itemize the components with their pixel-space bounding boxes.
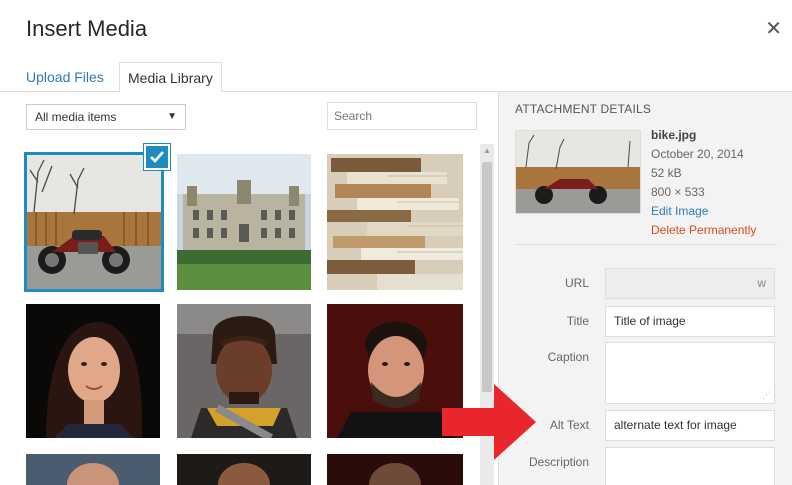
tab-upload-files[interactable]: Upload Files bbox=[18, 62, 112, 93]
alt-text-value: alternate text for image bbox=[614, 418, 737, 432]
media-item-portrait-klingon[interactable] bbox=[177, 304, 311, 438]
edit-image-link[interactable]: Edit Image bbox=[651, 202, 756, 221]
dialog-header: Insert Media ✕ bbox=[0, 0, 792, 56]
bike-thumbnail bbox=[24, 152, 164, 292]
books-thumbnail bbox=[327, 154, 463, 290]
dialog-title: Insert Media bbox=[26, 16, 148, 41]
title-label: Title bbox=[566, 314, 589, 328]
media-item-castle[interactable] bbox=[177, 154, 311, 290]
title-value: Title of image bbox=[614, 314, 686, 328]
portrait-woman-thumbnail bbox=[26, 304, 160, 438]
close-icon[interactable]: ✕ bbox=[765, 16, 782, 41]
search-input[interactable] bbox=[327, 102, 477, 130]
details-divider bbox=[515, 244, 777, 245]
caption-field[interactable]: ⋰ bbox=[605, 342, 775, 404]
media-item-partial-2[interactable] bbox=[177, 454, 311, 485]
media-item-bike[interactable] bbox=[24, 152, 164, 292]
portrait-klingon-thumbnail bbox=[177, 304, 311, 438]
media-browser: All media items ▼ Search ▲ bbox=[0, 92, 498, 485]
tab-media-library[interactable]: Media Library bbox=[119, 62, 222, 93]
attachment-dimensions: 800 × 533 bbox=[651, 185, 705, 199]
media-item-partial-1[interactable] bbox=[26, 454, 160, 485]
media-item-portrait-woman[interactable] bbox=[26, 304, 160, 438]
url-field[interactable]: w bbox=[605, 268, 775, 299]
arrow-right-icon bbox=[442, 384, 536, 460]
selected-check-icon[interactable] bbox=[144, 144, 170, 170]
alt-text-field[interactable]: alternate text for image bbox=[605, 410, 775, 441]
media-item-books[interactable] bbox=[327, 154, 463, 290]
title-field[interactable]: Title of image bbox=[605, 306, 775, 337]
scroll-up-icon[interactable]: ▲ bbox=[483, 146, 491, 155]
attachment-thumbnail bbox=[515, 130, 641, 214]
attachment-info: bike.jpg October 20, 2014 52 kB 800 × 53… bbox=[651, 126, 756, 240]
delete-permanently-link[interactable]: Delete Permanently bbox=[651, 221, 756, 240]
attachment-date: October 20, 2014 bbox=[651, 147, 744, 161]
description-field[interactable] bbox=[605, 447, 775, 485]
attachment-details-panel: ATTACHMENT DETAILS bike.jpg October 20, … bbox=[498, 92, 792, 485]
chevron-down-icon: ▼ bbox=[167, 111, 177, 122]
resize-grip-icon[interactable]: ⋰ bbox=[762, 390, 771, 401]
url-value: w bbox=[757, 276, 766, 290]
media-filter-select[interactable]: All media items ▼ bbox=[26, 104, 186, 130]
attachment-filesize: 52 kB bbox=[651, 166, 682, 180]
attachment-details-heading: ATTACHMENT DETAILS bbox=[515, 102, 652, 116]
grid-scrollbar-thumb[interactable] bbox=[482, 162, 492, 392]
caption-label: Caption bbox=[547, 350, 589, 364]
castle-thumbnail bbox=[177, 154, 311, 290]
tab-bar: Upload Files Media Library bbox=[0, 56, 792, 93]
attachment-filename: bike.jpg bbox=[651, 128, 697, 142]
url-label: URL bbox=[564, 276, 589, 290]
media-filter-value: All media items bbox=[35, 110, 117, 124]
